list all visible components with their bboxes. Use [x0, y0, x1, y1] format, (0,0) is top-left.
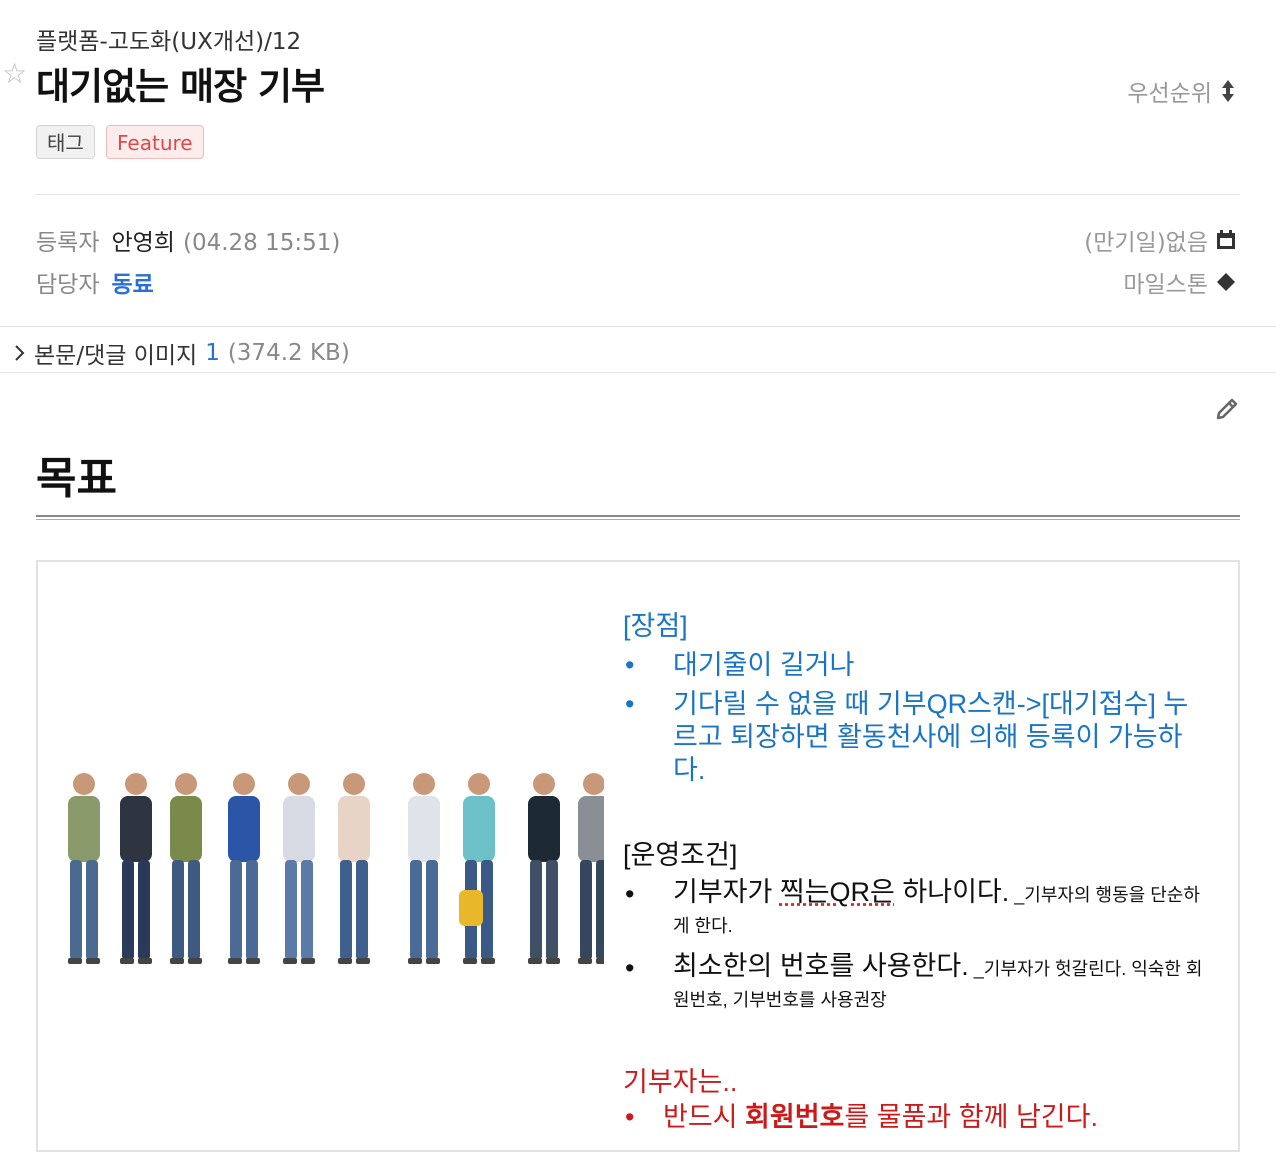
- condition-text: 최소한의 번호를 사용한다.: [673, 951, 969, 981]
- assignee-label: 담당자: [36, 272, 100, 298]
- condition-item: • 최소한의 번호를 사용한다. _기부자가 헛갈린다. 익숙한 회원번호, 기…: [623, 952, 1203, 1014]
- milestone-control[interactable]: 마일스톤: [1123, 265, 1236, 299]
- advantage-item: • 기다릴 수 없을 때 기부QR스캔->[대기접수] 누르고 퇴장하면 활동천…: [623, 688, 1203, 787]
- advantage-text: 대기줄이 길거나: [673, 650, 855, 680]
- feature-tag[interactable]: Feature: [106, 125, 204, 159]
- bullet-icon: •: [625, 689, 635, 719]
- advantage-item: • 대기줄이 길거나: [623, 649, 1203, 682]
- donor-text-bold: 회원번호: [745, 1102, 845, 1132]
- person-figure: [283, 773, 315, 964]
- chevron-right-icon: [15, 345, 25, 361]
- assignee-row: 담당자 동료: [36, 265, 154, 299]
- condition-text: 기부자가: [673, 877, 780, 907]
- due-date-label: (만기일)없음: [1084, 230, 1208, 256]
- calendar-icon: [1217, 230, 1235, 249]
- person-figure: [228, 773, 260, 964]
- person-figure: [528, 773, 560, 964]
- registrant-label: 등록자: [36, 230, 100, 256]
- condition-text-underlined: 찍는QR은: [779, 877, 895, 907]
- star-outline-icon[interactable]: ☆: [2, 60, 27, 88]
- assignee-name[interactable]: 동료: [111, 272, 153, 298]
- advantage-text: 기다릴 수 없을 때 기부QR스캔->[대기접수] 누르고 퇴장하면 활동천사에…: [673, 689, 1189, 785]
- registered-time: (04.28 15:51): [182, 230, 341, 256]
- condition-item: • 기부자가 찍는QR은 하나이다. _기부자의 행동을 단순하게 한다.: [623, 878, 1203, 940]
- priority-label: 우선순위: [1127, 81, 1212, 107]
- donor-item: • 반드시 회원번호를 물품과 함께 남긴다.: [623, 1101, 1203, 1134]
- person-figure: [578, 773, 604, 964]
- person-figure: [170, 773, 202, 964]
- milestone-label: 마일스톤: [1123, 272, 1208, 298]
- registrant-name: 안영희: [111, 230, 175, 256]
- registrant-row: 등록자 안영희 (04.28 15:51): [36, 223, 340, 257]
- conditions-title: [운영조건]: [623, 840, 738, 870]
- donor-text: 를 물품과 함께 남긴다.: [844, 1102, 1098, 1132]
- tag-button[interactable]: 태그: [36, 125, 95, 159]
- condition-text: 하나이다.: [894, 877, 1010, 907]
- divider: [36, 194, 1240, 195]
- due-date-control[interactable]: (만기일)없음: [1084, 223, 1236, 257]
- attachments-toggle[interactable]: 본문/댓글 이미지 1 (374.2 KB): [14, 336, 350, 370]
- person-figure: [338, 773, 370, 964]
- section-heading: 목표: [36, 453, 117, 504]
- bullet-icon: •: [625, 650, 635, 680]
- sort-arrows-icon: [1222, 80, 1234, 102]
- attachments-size: (374.2 KB): [227, 340, 350, 366]
- advantages-title: [장점]: [623, 611, 688, 641]
- attachments-label: 본문/댓글 이미지: [34, 343, 198, 369]
- pencil-icon[interactable]: [1214, 396, 1240, 422]
- priority-control[interactable]: 우선순위: [1127, 74, 1236, 108]
- divider: [0, 326, 1276, 327]
- person-figure: [408, 773, 440, 964]
- page-title: 대기없는 매장 기부: [36, 65, 325, 108]
- person-figure: [463, 773, 495, 964]
- bullet-icon: •: [625, 953, 635, 983]
- slide-content: [장점] • 대기줄이 길거나 • 기다릴 수 없을 때 기부QR스캔->[대기…: [623, 604, 1203, 1134]
- bullet-icon: •: [625, 1102, 635, 1132]
- person-figure: [68, 773, 100, 964]
- person-figure: [120, 773, 152, 964]
- heading-underline: [36, 515, 1240, 520]
- diamond-icon: [1217, 273, 1235, 291]
- attachments-count: 1: [205, 340, 220, 366]
- divider: [0, 372, 1276, 373]
- donor-title: 기부자는..: [623, 1067, 738, 1097]
- people-queue-image: [68, 773, 604, 964]
- donor-text: 반드시: [663, 1102, 746, 1132]
- bullet-icon: •: [625, 879, 635, 909]
- breadcrumb[interactable]: 플랫폼-고도화(UX개선)/12: [36, 22, 301, 56]
- yellow-bag: [459, 890, 483, 926]
